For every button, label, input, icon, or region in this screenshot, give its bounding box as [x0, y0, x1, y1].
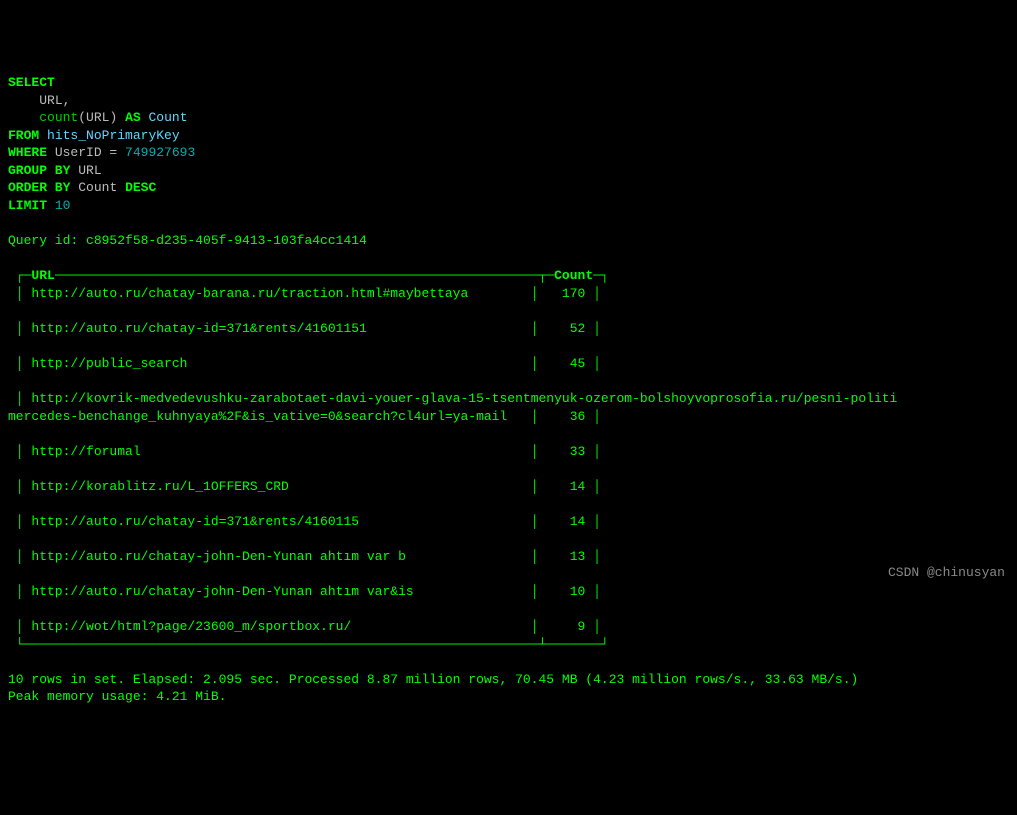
terminal-output: SELECT URL, count(URL) AS Count FROM hit… — [8, 74, 1009, 706]
watermark: CSDN @chinusyan — [888, 564, 1005, 582]
